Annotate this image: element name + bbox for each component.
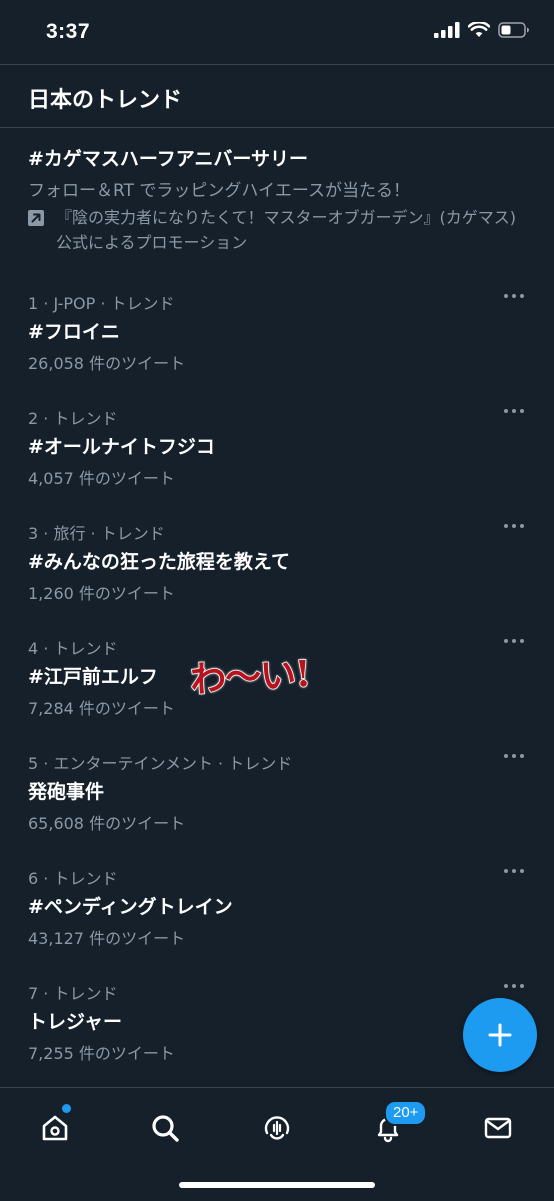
mail-icon [484,1117,512,1139]
tab-messages[interactable] [478,1108,518,1148]
more-options-icon[interactable] [504,869,524,875]
more-options-icon[interactable] [504,754,524,760]
trend-tweet-count: 4,057 件のツイート [28,469,175,488]
compose-tweet-button[interactable] [463,998,537,1072]
trend-name: トレジャー [28,1011,123,1033]
trend-name: #ペンディングトレイン [28,896,233,918]
promoted-trend-title: #カゲマスハーフアニバーサリー [28,148,309,170]
trend-item[interactable]: 2 · トレンド #オールナイトフジコ 4,057 件のツイート [0,391,554,506]
spaces-icon [264,1116,290,1140]
more-options-icon[interactable] [504,524,524,530]
trend-meta: 6 · トレンド [28,869,118,888]
promoted-trend[interactable]: #カゲマスハーフアニバーサリー フォロー＆RT でラッピングハイエースが当たる！… [0,128,554,260]
trend-meta: 2 · トレンド [28,409,118,428]
more-options-icon[interactable] [504,409,524,415]
trend-tweet-count: 26,058 件のツイート [28,354,186,373]
status-icons [434,22,530,38]
trend-name: 発砲事件 [28,781,105,803]
trend-name: #フロイニ [28,321,120,343]
trend-name: #オールナイトフジコ [28,436,215,458]
trend-meta: 3 · 旅行 · トレンド [28,524,165,543]
notifications-badge: 20+ [384,1100,428,1126]
trend-item[interactable]: 1 · J-POP · トレンド #フロイニ 26,058 件のツイート [0,276,554,391]
search-icon [152,1115,179,1142]
trend-tweet-count: 1,260 件のツイート [28,584,175,603]
home-icon [42,1115,68,1141]
page-title: 日本のトレンド [28,88,183,113]
trend-item[interactable]: 5 · エンターテインメント · トレンド 発砲事件 65,608 件のツイート [0,736,554,851]
wifi-icon [468,22,490,37]
status-bar: 3:37 [0,0,554,64]
home-unread-dot [62,1104,71,1113]
battery-icon [498,22,529,38]
trend-name: #江戸前エルフ [28,666,158,688]
trend-tweet-count: 65,608 件のツイート [28,814,186,833]
tab-spaces[interactable] [257,1108,297,1148]
more-options-icon[interactable] [504,639,524,645]
status-time: 3:37 [46,20,91,43]
trend-item[interactable]: 3 · 旅行 · トレンド #みんなの狂った旅程を教えて 1,260 件のツイー… [0,506,554,621]
trend-tweet-count: 7,284 件のツイート [28,699,175,718]
trend-meta: 7 · トレンド [28,984,118,1003]
tab-search[interactable] [145,1108,185,1148]
home-indicator [179,1182,375,1188]
more-options-icon[interactable] [504,294,524,300]
promoted-by-label: 『陰の実力者になりたくて！マスターオブガーデン』(カゲマス) 公式によるプロモー… [56,208,517,252]
header: 日本のトレンド [0,64,554,128]
cellular-signal-icon [434,22,460,38]
promoted-trend-description: フォロー＆RT でラッピングハイエースが当たる！ [28,181,411,201]
promoted-arrow-icon [28,210,44,226]
plus-icon [488,1023,512,1047]
trend-meta: 4 · トレンド [28,639,118,658]
more-options-icon[interactable] [504,984,524,990]
trend-tweet-count: 43,127 件のツイート [28,929,186,948]
trend-tweet-count: 7,255 件のツイート [28,1044,175,1063]
tab-home[interactable] [35,1108,75,1148]
handwritten-sticker: わ〜い! [188,652,311,702]
trend-meta: 1 · J-POP · トレンド [28,294,175,313]
trend-meta: 5 · エンターテインメント · トレンド [28,754,293,773]
trend-name: #みんなの狂った旅程を教えて [28,551,290,573]
trend-item[interactable]: 6 · トレンド #ペンディングトレイン 43,127 件のツイート [0,851,554,966]
